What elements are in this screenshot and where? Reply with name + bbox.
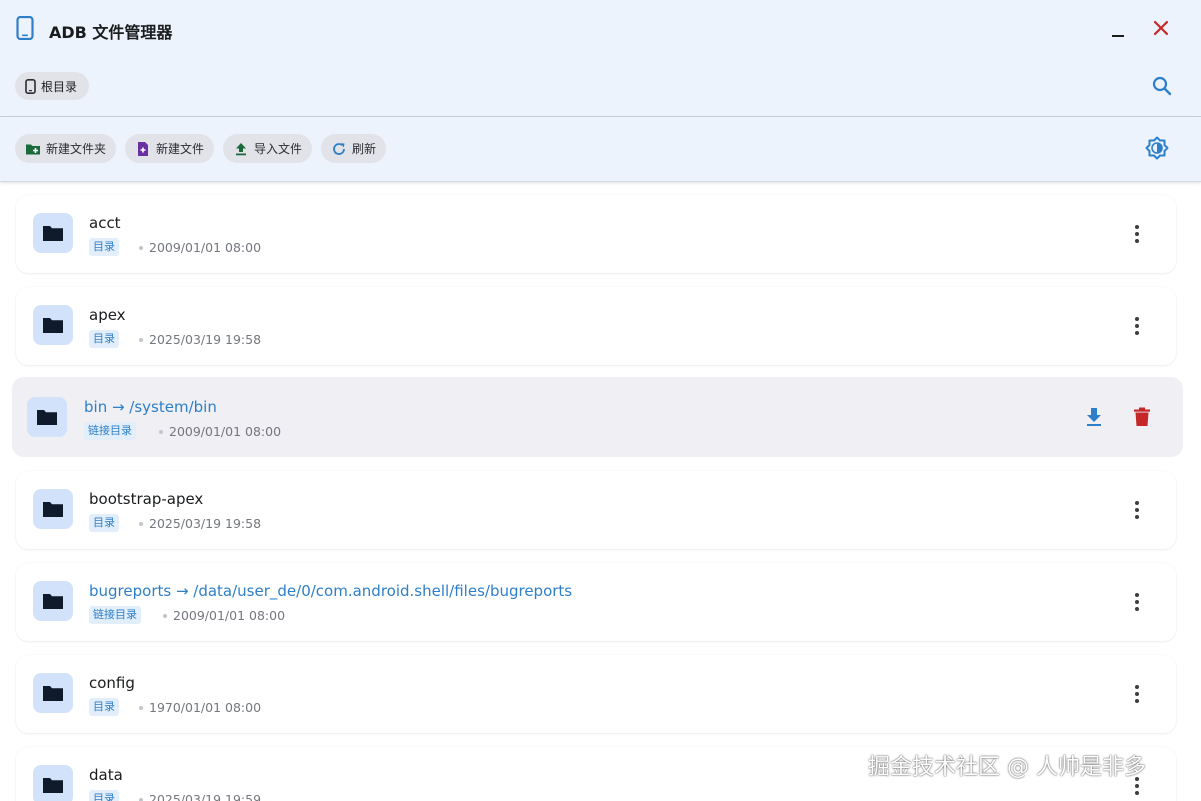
file-name: bootstrap-apex (89, 490, 204, 508)
more-vert-icon[interactable] (1126, 498, 1148, 522)
refresh-icon (333, 142, 345, 155)
file-row[interactable]: acct 目录 2009/01/01 08:00 (16, 195, 1176, 273)
refresh-label: 刷新 (352, 142, 377, 156)
modified-date: 2009/01/01 08:00 (169, 424, 282, 439)
folder-icon (43, 502, 63, 517)
separator-dot (163, 614, 167, 618)
more-vert-icon[interactable] (1126, 682, 1148, 706)
new-file-button[interactable]: 新建文件 (125, 134, 215, 163)
type-tag: 目录 (89, 698, 119, 716)
file-row[interactable]: config 目录 1970/01/01 08:00 (16, 655, 1176, 733)
upload-icon (236, 142, 246, 155)
file-row[interactable]: bootstrap-apex 目录 2025/03/19 19:58 (16, 471, 1176, 549)
app-title: ADB 文件管理器 (49, 23, 173, 42)
folder-icon (43, 594, 63, 609)
folder-icon (43, 686, 63, 701)
separator-dot (139, 338, 143, 342)
brightness-theme-icon[interactable] (1145, 136, 1169, 160)
folder-icon-tile (27, 397, 67, 437)
download-icon[interactable] (1085, 407, 1103, 427)
modified-date: 1970/01/01 08:00 (149, 700, 262, 715)
folder-icon-tile (33, 673, 73, 713)
file-row[interactable]: apex 目录 2025/03/19 19:58 (16, 287, 1176, 365)
file-row[interactable]: bugreports → /data/user_de/0/com.android… (16, 563, 1176, 641)
phone-icon (16, 16, 34, 40)
folder-icon-tile (33, 213, 73, 253)
folder-icon-tile (33, 489, 73, 529)
file-name: config (89, 674, 135, 692)
phone-icon (25, 78, 36, 94)
create-file-icon (138, 141, 148, 156)
type-tag: 目录 (89, 790, 119, 801)
folder-icon (37, 410, 57, 425)
folder-icon (43, 318, 63, 333)
folder-icon (43, 778, 63, 793)
more-vert-icon[interactable] (1126, 222, 1148, 246)
path-bar: 根目录 (0, 58, 1201, 116)
more-vert-icon[interactable] (1126, 590, 1148, 614)
more-vert-icon[interactable] (1126, 314, 1148, 338)
type-tag: 目录 (89, 514, 119, 532)
file-name: data (89, 766, 123, 784)
type-tag: 链接目录 (84, 422, 136, 440)
modified-date: 2025/03/19 19:58 (149, 516, 262, 531)
root-directory-chip[interactable]: 根目录 (15, 72, 90, 100)
refresh-button[interactable]: 刷新 (321, 134, 387, 163)
create-folder-icon (26, 144, 40, 154)
new-folder-button[interactable]: 新建文件夹 (15, 134, 117, 163)
search-icon[interactable] (1150, 74, 1174, 98)
folder-icon-tile (33, 581, 73, 621)
modified-date: 2025/03/19 19:59 (149, 792, 262, 801)
type-tag: 目录 (89, 238, 119, 256)
type-tag: 链接目录 (89, 606, 141, 624)
modified-date: 2025/03/19 19:58 (149, 332, 262, 347)
separator-dot (139, 706, 143, 710)
file-list: acct 目录 2009/01/01 08:00 apex 目录 2025/03… (0, 182, 1201, 801)
modified-date: 2009/01/01 08:00 (173, 608, 286, 623)
toolbar: 新建文件夹 新建文件 导入文件 刷新 (0, 117, 1201, 182)
file-name: apex (89, 306, 126, 324)
new-folder-label: 新建文件夹 (46, 142, 107, 156)
modified-date: 2009/01/01 08:00 (149, 240, 262, 255)
close-icon[interactable] (1149, 16, 1173, 40)
minimize-icon[interactable] (1106, 18, 1130, 42)
folder-icon-tile (33, 305, 73, 345)
new-file-label: 新建文件 (156, 142, 205, 156)
file-name: acct (89, 214, 121, 232)
folder-icon (43, 226, 63, 241)
watermark-text: 掘金技术社区 @ 人帅是非多 (868, 755, 1146, 780)
file-name: bin → /system/bin (84, 398, 217, 416)
separator-dot (139, 246, 143, 250)
root-directory-label: 根目录 (41, 79, 78, 94)
separator-dot (139, 522, 143, 526)
title-bar: ADB 文件管理器 (0, 0, 1201, 58)
file-row-hovered[interactable]: bin → /system/bin 链接目录 2009/01/01 08:00 (12, 377, 1183, 457)
file-name: bugreports → /data/user_de/0/com.android… (89, 582, 573, 600)
import-file-button[interactable]: 导入文件 (223, 134, 313, 163)
delete-icon[interactable] (1133, 407, 1151, 427)
folder-icon-tile (33, 765, 73, 801)
separator-dot (159, 430, 163, 434)
import-file-label: 导入文件 (254, 142, 303, 156)
type-tag: 目录 (89, 330, 119, 348)
